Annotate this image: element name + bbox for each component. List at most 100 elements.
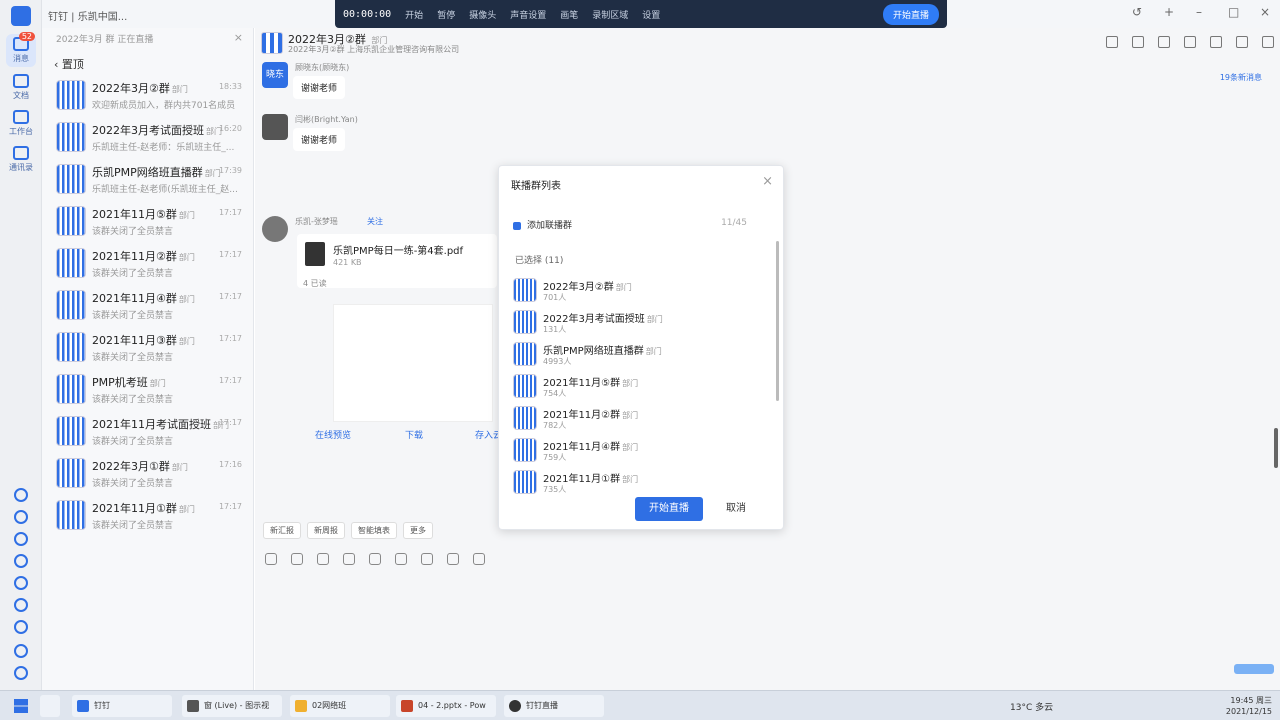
rec-btn-camera[interactable]: 摄像头 <box>469 8 496 21</box>
phone-icon[interactable] <box>14 620 28 634</box>
chat-list-item[interactable]: 2021年11月①群 部门 17:17 该群关闭了全员禁言 <box>50 498 250 538</box>
apps-icon[interactable] <box>14 598 28 612</box>
chat-list-item[interactable]: 2022年3月②群 部门 18:33 欢迎新成员加入，群内共701名成员 <box>50 78 250 118</box>
todo-icon[interactable] <box>14 532 28 546</box>
weather[interactable]: 13°C 多云 <box>1010 700 1053 713</box>
cloud-icon[interactable] <box>14 488 28 502</box>
rail-workbench[interactable]: 工作台 <box>6 110 36 137</box>
chip-report[interactable]: 新汇报 <box>263 522 301 539</box>
start-live-button[interactable]: 开始直播 <box>882 3 939 25</box>
start-icon[interactable] <box>14 699 28 713</box>
taskbar-app[interactable]: 窗 (Live) - 图示视 <box>182 695 282 717</box>
rec-btn-area[interactable]: 录制区域 <box>592 8 628 21</box>
unread-count[interactable]: 19条新消息 <box>1220 72 1262 83</box>
sender-avatar[interactable] <box>262 216 288 242</box>
chat-list-item[interactable]: PMP机考班 部门 17:17 该群关闭了全员禁言 <box>50 372 250 412</box>
broadcast-group-item[interactable]: 2022年3月②群 部门 701人 <box>513 278 763 308</box>
chat-time: 17:17 <box>218 502 242 511</box>
folder-icon[interactable] <box>1158 36 1170 48</box>
add-icon[interactable]: + <box>1164 6 1176 18</box>
more-icon[interactable] <box>14 666 28 680</box>
taskview-button[interactable] <box>40 695 60 717</box>
rail-contacts[interactable]: 通讯录 <box>6 146 36 173</box>
chip-form[interactable]: 智能填表 <box>351 522 397 539</box>
chat-name: 2021年11月考试面授班 部门 <box>92 418 229 431</box>
rec-btn-pause[interactable]: 暂停 <box>437 8 455 21</box>
chat-list-item[interactable]: 2021年11月考试面授班 部门 17:17 该群关闭了全员禁言 <box>50 414 250 454</box>
chat-list-item[interactable]: 2021年11月⑤群 部门 17:17 该群关闭了全员禁言 <box>50 204 250 244</box>
read-count[interactable]: 4 已读 <box>303 278 327 289</box>
rail-messages[interactable]: 消息 52 <box>6 32 36 67</box>
download-link[interactable]: 下载 <box>405 428 423 441</box>
document-preview[interactable] <box>333 304 493 422</box>
chat-time: 17:17 <box>218 292 242 301</box>
rec-btn-settings[interactable]: 设置 <box>642 8 660 21</box>
taskbar-app[interactable]: 02网络班 <box>290 695 390 717</box>
history-icon[interactable]: ↺ <box>1132 6 1144 18</box>
scrollbar[interactable] <box>1274 428 1278 468</box>
rec-btn-start[interactable]: 开始 <box>405 8 423 21</box>
rail-docs[interactable]: 文档 <box>6 74 36 101</box>
rec-btn-pen[interactable]: 画笔 <box>560 8 578 21</box>
scissors-icon[interactable] <box>317 553 329 565</box>
file-card[interactable]: 乐凯PMP每日一练-第4套.pdf 421 KB <box>297 234 497 288</box>
chat-list-item[interactable]: 2022年3月考试面授班 部门 16:20 乐凯班主任-赵老师：乐凯班主任_... <box>50 120 250 160</box>
cancel-button[interactable]: 取消 <box>713 497 759 521</box>
ding-icon[interactable] <box>447 553 459 565</box>
taskbar-app[interactable]: 钉钉 <box>72 695 172 717</box>
chat-list-item[interactable]: 2021年11月③群 部门 17:17 该群关闭了全员禁言 <box>50 330 250 370</box>
emoji-icon[interactable] <box>265 553 277 565</box>
follow-label[interactable]: 关注 <box>367 216 383 227</box>
rec-btn-audio[interactable]: 声音设置 <box>510 8 546 21</box>
audio-icon[interactable] <box>1132 36 1144 48</box>
broadcast-group-item[interactable]: 2021年11月②群 部门 782人 <box>513 406 763 436</box>
back-button[interactable]: ‹ 置顶 <box>54 56 84 72</box>
chip-more[interactable]: 更多 <box>403 522 433 539</box>
close-icon[interactable]: × <box>1260 6 1272 18</box>
settings-icon[interactable] <box>14 644 28 658</box>
ding-icon[interactable] <box>14 554 28 568</box>
minimize-icon[interactable]: – <box>1196 6 1208 18</box>
edit-icon[interactable] <box>421 553 433 565</box>
maximize-icon[interactable]: □ <box>1228 6 1240 18</box>
folder-icon[interactable] <box>369 553 381 565</box>
broadcast-group-item[interactable]: 2021年11月①群 部门 735人 <box>513 470 763 500</box>
chat-list-item[interactable]: 2021年11月②群 部门 17:17 该群关闭了全员禁言 <box>50 246 250 286</box>
calendar-icon[interactable] <box>14 510 28 524</box>
broadcast-group-item[interactable]: 2021年11月④群 部门 759人 <box>513 438 763 468</box>
mail-icon[interactable] <box>14 576 28 590</box>
like-icon[interactable] <box>291 553 303 565</box>
expand-icon[interactable] <box>1262 36 1274 48</box>
taskbar-app[interactable]: 钉钉直播 <box>504 695 604 717</box>
live-icon[interactable] <box>1106 36 1118 48</box>
video-icon[interactable] <box>473 553 485 565</box>
add-member-icon[interactable] <box>1210 36 1222 48</box>
clock[interactable]: 19:45 周三 2021/12/15 <box>1226 695 1272 717</box>
sender-avatar[interactable] <box>262 114 288 140</box>
settings-icon[interactable] <box>1236 36 1248 48</box>
broadcast-group-item[interactable]: 2022年3月考试面授班 部门 131人 <box>513 310 763 340</box>
add-group-button[interactable]: 添加联播群 <box>513 218 572 231</box>
broadcast-group-item[interactable]: 乐凯PMP网络班直播群 部门 4993人 <box>513 342 763 372</box>
group-avatar <box>56 416 86 446</box>
calendar-icon[interactable] <box>395 553 407 565</box>
start-live-button[interactable]: 开始直播 <box>635 497 703 521</box>
send-button[interactable] <box>1234 664 1274 674</box>
back-label: 置顶 <box>61 58 84 71</box>
preview-link[interactable]: 在线预览 <box>315 428 351 441</box>
pdf-icon <box>305 242 325 266</box>
chip-weekly[interactable]: 新周报 <box>307 522 345 539</box>
close-icon[interactable]: × <box>234 31 243 44</box>
chat-list-item[interactable]: 2021年11月④群 部门 17:17 该群关闭了全员禁言 <box>50 288 250 328</box>
chat-list-item[interactable]: 2022年3月①群 部门 17:16 该群关闭了全员禁言 <box>50 456 250 496</box>
close-icon[interactable]: × <box>762 174 773 189</box>
group-avatar <box>56 500 86 530</box>
broadcast-group-item[interactable]: 2021年11月⑤群 部门 754人 <box>513 374 763 404</box>
app-label: 02网络班 <box>312 701 347 710</box>
scrollbar[interactable] <box>776 241 779 401</box>
at-icon[interactable] <box>343 553 355 565</box>
chat-list-item[interactable]: 乐凯PMP网络班直播群 部门 17:39 乐凯班主任-赵老师(乐凯班主任_赵... <box>50 162 250 202</box>
sender-avatar[interactable]: 晓东 <box>262 62 288 88</box>
taskbar-app[interactable]: 04 - 2.pptx - Pow <box>396 695 496 717</box>
member-icon[interactable] <box>1184 36 1196 48</box>
